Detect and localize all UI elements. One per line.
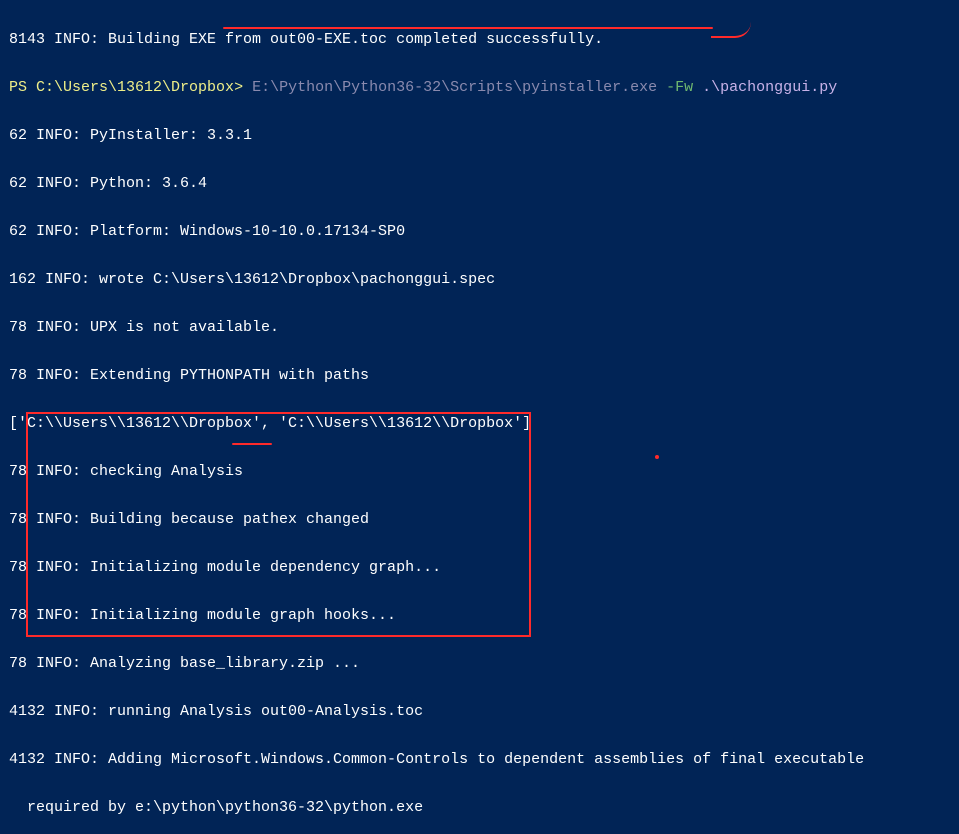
log-line: required by e:\python\python36-32\python… (9, 800, 959, 816)
annotation-underline-command (223, 27, 713, 29)
command-arg: .\pachonggui.py (693, 79, 837, 96)
log-line: 62 INFO: Platform: Windows-10-10.0.17134… (9, 224, 959, 240)
log-line: 78 INFO: UPX is not available. (9, 320, 959, 336)
annotation-dot (655, 455, 659, 459)
prompt-cwd: C:\Users\13612\Dropbox (36, 79, 234, 96)
command-flags: -Fw (657, 79, 693, 96)
log-line: 62 INFO: PyInstaller: 3.3.1 (9, 128, 959, 144)
command-exe: E:\Python\Python36-32\Scripts\pyinstalle… (243, 79, 657, 96)
log-line: 162 INFO: wrote C:\Users\13612\Dropbox\p… (9, 272, 959, 288)
log-line: 4132 INFO: Adding Microsoft.Windows.Comm… (9, 752, 959, 768)
log-line: 8143 INFO: Building EXE from out00-EXE.t… (9, 32, 959, 48)
annotation-rectangle (26, 412, 531, 637)
prompt-sep: > (234, 79, 243, 96)
prompt-line[interactable]: PS C:\Users\13612\Dropbox> E:\Python\Pyt… (9, 80, 959, 96)
log-line: 78 INFO: Analyzing base_library.zip ... (9, 656, 959, 672)
prompt-ps: PS (9, 79, 36, 96)
log-line: 78 INFO: Extending PYTHONPATH with paths (9, 368, 959, 384)
log-line: 4132 INFO: running Analysis out00-Analys… (9, 704, 959, 720)
log-line: 62 INFO: Python: 3.6.4 (9, 176, 959, 192)
